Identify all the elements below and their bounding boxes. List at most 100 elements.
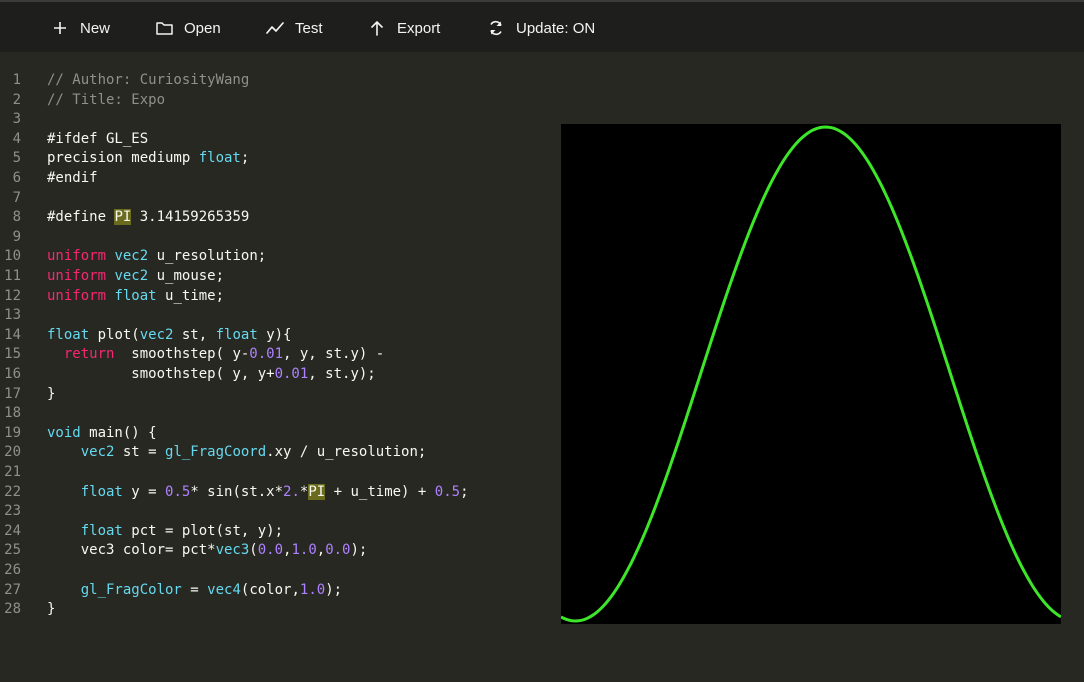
code-text: , bbox=[316, 542, 326, 559]
line-number: 13 bbox=[4, 307, 21, 324]
number-token: 1.0 bbox=[291, 542, 317, 559]
code-text: pct = plot(st, y); bbox=[122, 522, 284, 539]
line-number: 16 bbox=[4, 366, 21, 382]
line-number: 14 bbox=[4, 326, 21, 343]
number-token: 0.01 bbox=[274, 366, 309, 382]
code-text: ( bbox=[249, 542, 258, 559]
code-text: ); bbox=[350, 542, 368, 559]
comment: // Title: Expo bbox=[47, 91, 166, 108]
number-token: 2. bbox=[283, 483, 300, 500]
line-number: 8 bbox=[12, 209, 21, 226]
number-token: 0.0 bbox=[325, 542, 351, 559]
code-text: u_resolution; bbox=[148, 248, 267, 265]
code-text: } bbox=[47, 385, 56, 402]
code-text: (color, bbox=[240, 581, 300, 598]
line-number: 23 bbox=[4, 503, 21, 520]
number-token: 0.5 bbox=[434, 483, 461, 500]
type-token: vec3 bbox=[215, 542, 250, 559]
type-token: float bbox=[114, 287, 157, 304]
code-text: ; bbox=[460, 483, 469, 500]
keyword-token: uniform bbox=[47, 287, 107, 304]
type-token: vec2 bbox=[80, 444, 115, 461]
plus-icon bbox=[50, 18, 70, 38]
highlighted-token: PI bbox=[114, 209, 132, 226]
code-text: ); bbox=[325, 581, 343, 598]
code-text: .xy / u_resolution; bbox=[266, 444, 427, 461]
type-token: vec4 bbox=[207, 581, 241, 598]
line-number: 4 bbox=[12, 130, 21, 147]
open-button[interactable]: Open bbox=[154, 2, 221, 54]
line-number: 25 bbox=[4, 542, 21, 559]
code-text: st, bbox=[173, 326, 216, 343]
line-number: 2 bbox=[12, 91, 21, 108]
code-text: = bbox=[181, 581, 208, 598]
keyword-token: uniform bbox=[47, 268, 107, 284]
export-button[interactable]: Export bbox=[367, 2, 440, 54]
number-token: 0.0 bbox=[257, 542, 284, 559]
number-token: 0.01 bbox=[249, 346, 284, 363]
type-token: vec2 bbox=[139, 326, 174, 343]
shader-preview-canvas[interactable] bbox=[560, 124, 1062, 624]
shader-output bbox=[560, 125, 1062, 623]
code-text: #define bbox=[47, 209, 115, 226]
line-number: 9 bbox=[12, 228, 21, 245]
line-number: 5 bbox=[12, 150, 21, 167]
line-number: 18 bbox=[4, 405, 21, 422]
type-token: vec2 bbox=[114, 268, 149, 284]
line-number: 10 bbox=[4, 248, 21, 265]
line-number: 15 bbox=[4, 346, 21, 363]
type-token: float bbox=[80, 483, 123, 500]
line-number: 22 bbox=[4, 483, 21, 500]
line-number: 12 bbox=[4, 287, 21, 304]
code-text: main() { bbox=[80, 424, 157, 441]
code-text: #ifdef GL_ES bbox=[47, 130, 149, 147]
folder-icon bbox=[154, 18, 174, 38]
line-number: 19 bbox=[4, 424, 21, 441]
code-text: 3.14159265359 bbox=[131, 209, 250, 226]
test-label: Test bbox=[295, 19, 323, 37]
line-number: 21 bbox=[4, 464, 21, 480]
sine-curve bbox=[560, 125, 1062, 623]
type-token: float bbox=[215, 326, 258, 343]
code-text: u_mouse; bbox=[148, 268, 225, 284]
export-label: Export bbox=[397, 19, 441, 37]
type-token: float bbox=[80, 522, 123, 539]
menu-bar: New Open Test Export Update: ON bbox=[0, 0, 1084, 52]
new-button[interactable]: New bbox=[50, 2, 110, 54]
code-editor[interactable]: 1 // Author: CuriosityWang 2 // Title: Exp… bbox=[0, 52, 540, 682]
code-text: precision mediump bbox=[47, 150, 199, 167]
type-token: float bbox=[198, 150, 241, 167]
code-text: vec3 color= pct* bbox=[47, 542, 216, 559]
chart-line-icon bbox=[265, 18, 285, 38]
new-label: New bbox=[80, 19, 111, 37]
open-label: Open bbox=[184, 19, 221, 37]
line-number: 26 bbox=[4, 562, 21, 578]
keyword-token: return bbox=[63, 346, 115, 363]
refresh-icon bbox=[486, 18, 506, 38]
code-text: smoothstep( y- bbox=[114, 346, 250, 363]
code-text: } bbox=[47, 601, 56, 618]
line-number: 24 bbox=[4, 522, 21, 539]
arrow-up-icon bbox=[367, 18, 387, 38]
builtin-token: gl_FragCoord bbox=[165, 444, 267, 461]
line-number: 7 bbox=[12, 189, 21, 206]
line-number: 17 bbox=[4, 385, 21, 402]
type-token: float bbox=[47, 326, 90, 343]
type-token: void bbox=[47, 424, 81, 441]
line-number: 1 bbox=[12, 72, 21, 88]
number-token: 0.5 bbox=[165, 483, 191, 500]
type-token: vec2 bbox=[114, 248, 149, 265]
code-text: y){ bbox=[257, 326, 292, 343]
keyword-token: uniform bbox=[47, 248, 107, 265]
code-text: , st.y); bbox=[308, 366, 376, 382]
test-button[interactable]: Test bbox=[265, 2, 323, 54]
code-text: * sin(st.x* bbox=[190, 483, 284, 500]
code-text: plot( bbox=[89, 326, 140, 343]
update-toggle[interactable]: Update: ON bbox=[486, 2, 595, 54]
comment: // Author: CuriosityWang bbox=[47, 72, 250, 88]
